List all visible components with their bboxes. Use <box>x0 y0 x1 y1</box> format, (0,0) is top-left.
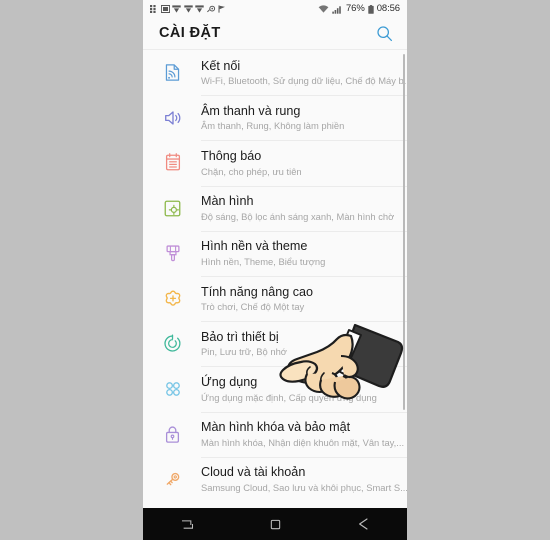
home-button[interactable] <box>231 508 319 540</box>
status-bar-clock: 08:56 <box>376 3 400 15</box>
search-button[interactable] <box>374 24 394 44</box>
row-subtitle: Chặn, cho phép, ưu tiên <box>201 165 302 177</box>
navigation-bar <box>143 508 407 540</box>
row-title: Tính năng nâng cao <box>201 284 314 299</box>
settings-row-display[interactable]: Màn hình Độ sáng, Bộ lọc ánh sáng xanh, … <box>143 185 407 231</box>
applications-icon <box>165 382 180 396</box>
row-subtitle: Âm thanh, Rung, Không làm phiền <box>201 120 345 132</box>
row-subtitle: Màn hình khóa, Nhận diện khuôn mặt, Vân … <box>201 436 405 448</box>
row-subtitle: Hình nền, Theme, Biểu tượng <box>201 256 326 268</box>
settings-row-cloud-accounts[interactable]: Cloud và tài khoản Samsung Cloud, Sao lư… <box>143 456 407 502</box>
row-title: Kết nối <box>201 58 241 73</box>
row-icon-slot <box>159 276 186 321</box>
row-title: Màn hình <box>201 194 254 209</box>
display-icon <box>164 200 181 217</box>
cloud-accounts-icon <box>166 473 179 486</box>
row-text-slot: Hình nền và theme Hình nền, Theme, Biểu … <box>201 230 407 276</box>
row-icon-slot <box>159 321 186 366</box>
status-bar: 76% 08:56 <box>143 0 407 18</box>
row-icon-slot <box>159 140 186 185</box>
advanced-features-icon <box>165 290 180 306</box>
row-title: Âm thanh và rung <box>201 103 301 118</box>
row-subtitle: Pin, Lưu trữ, Bộ nhớ <box>201 346 287 358</box>
status-bar-notification-icons <box>150 5 318 13</box>
screenshot-root: 76% 08:56 CÀI ĐẶT Kết nối Wi-Fi, Bluetoo… <box>0 0 550 540</box>
lock-screen-security-icon <box>165 426 180 443</box>
row-title: Bảo trì thiết bị <box>201 329 279 344</box>
settings-row-connections[interactable]: Kết nối Wi-Fi, Bluetooth, Sử dụng dữ liệ… <box>143 50 407 95</box>
row-text-slot: Tính năng nâng cao Trò chơi, Chế độ Một … <box>201 275 407 321</box>
flag-icon <box>218 5 225 13</box>
row-text-slot: Cloud và tài khoản Samsung Cloud, Sao lư… <box>201 456 407 502</box>
row-subtitle: Ứng dụng mặc định, Cấp quyền ứng dụng <box>201 391 377 403</box>
row-text-slot: Âm thanh và rung Âm thanh, Rung, Không l… <box>201 95 407 140</box>
back-button[interactable] <box>319 508 407 540</box>
row-text-slot: Màn hình khóa và bảo mật Màn hình khóa, … <box>201 411 407 457</box>
row-icon-slot <box>159 366 186 411</box>
row-title: Hình nền và theme <box>201 239 308 254</box>
app-bar: CÀI ĐẶT <box>143 18 407 50</box>
row-subtitle: Trò chơi, Chế độ Một tay <box>201 301 305 313</box>
device-maintenance-icon <box>164 334 181 352</box>
row-text-slot: Thông báo Chặn, cho phép, ưu tiên <box>201 140 407 185</box>
row-subtitle: Wi-Fi, Bluetooth, Sử dụng dữ liệu, Chế đ… <box>201 75 407 87</box>
phone-viewport: 76% 08:56 CÀI ĐẶT Kết nối Wi-Fi, Bluetoo… <box>143 0 407 540</box>
recents-icon <box>181 519 193 529</box>
row-icon-slot <box>159 50 186 95</box>
recents-button[interactable] <box>143 508 231 540</box>
settings-row-device-maintenance[interactable]: Bảo trì thiết bị Pin, Lưu trữ, Bộ nhớ <box>143 321 407 366</box>
home-icon <box>270 519 280 529</box>
settings-row-lock-screen-security[interactable]: Màn hình khóa và bảo mật Màn hình khóa, … <box>143 411 407 457</box>
settings-row-applications[interactable]: Ứng dụng Ứng dụng mặc định, Cấp quyền ứn… <box>143 366 407 411</box>
status-bar-system-icons: 76% 08:56 <box>318 4 400 14</box>
row-icon-slot <box>159 95 186 140</box>
row-title: Cloud và tài khoản <box>201 465 306 480</box>
battery-percent-label: 76% <box>346 3 365 15</box>
download-icon <box>183 5 193 13</box>
notifications-icon <box>165 153 180 171</box>
row-text-slot: Màn hình Độ sáng, Bộ lọc ánh sáng xanh, … <box>201 185 407 231</box>
image-icon <box>160 5 170 13</box>
row-text-slot: Kết nối Wi-Fi, Bluetooth, Sử dụng dữ liệ… <box>201 50 407 95</box>
row-icon-slot <box>159 457 186 502</box>
connections-icon <box>165 64 180 81</box>
row-subtitle: Độ sáng, Bộ lọc ánh sáng xanh, Màn hình … <box>201 210 395 222</box>
sound-vibration-icon <box>164 111 180 125</box>
apps-grid-icon <box>150 5 156 13</box>
row-text-slot: Bảo trì thiết bị Pin, Lưu trữ, Bộ nhớ <box>201 321 407 366</box>
settings-row-wallpaper-theme[interactable]: Hình nền và theme Hình nền, Theme, Biểu … <box>143 230 407 276</box>
scrollbar-track[interactable] <box>403 54 405 504</box>
settings-gear-icon <box>206 5 215 13</box>
settings-row-sound-vibration[interactable]: Âm thanh và rung Âm thanh, Rung, Không l… <box>143 95 407 140</box>
row-title: Ứng dụng <box>201 374 258 389</box>
row-icon-slot <box>159 231 186 276</box>
row-subtitle: Samsung Cloud, Sao lưu và khôi phục, Sma… <box>201 481 407 493</box>
back-icon <box>359 518 368 530</box>
scrollbar-thumb[interactable] <box>403 54 405 410</box>
page-title: CÀI ĐẶT <box>159 25 221 42</box>
wallpaper-theme-icon <box>165 245 180 261</box>
row-title: Màn hình khóa và bảo mật <box>201 420 351 435</box>
download-icon <box>195 5 204 13</box>
download-icon <box>172 5 181 13</box>
cellular-signal-icon <box>332 5 341 14</box>
row-icon-slot <box>159 186 186 231</box>
wifi-icon <box>318 4 329 13</box>
search-icon <box>376 26 392 42</box>
settings-row-advanced-features[interactable]: Tính năng nâng cao Trò chơi, Chế độ Một … <box>143 275 407 321</box>
row-title: Thông báo <box>201 149 262 164</box>
settings-row-notifications[interactable]: Thông báo Chặn, cho phép, ưu tiên <box>143 140 407 185</box>
settings-list[interactable]: Kết nối Wi-Fi, Bluetooth, Sử dụng dữ liệ… <box>143 50 407 508</box>
battery-icon <box>368 4 374 14</box>
row-icon-slot <box>159 412 186 457</box>
row-text-slot: Ứng dụng Ứng dụng mặc định, Cấp quyền ứn… <box>201 366 407 411</box>
